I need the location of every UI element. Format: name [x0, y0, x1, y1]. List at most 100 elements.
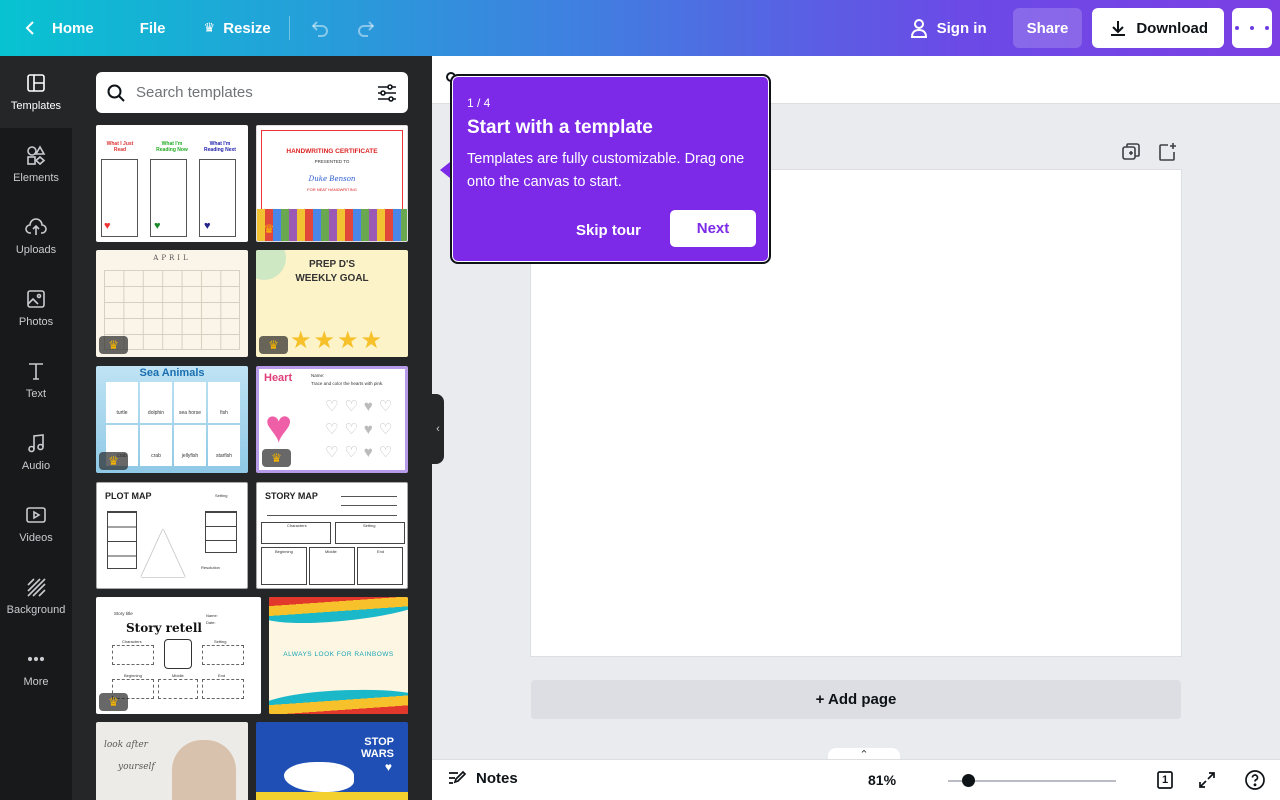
home-label: Home: [52, 19, 94, 37]
add-page-button[interactable]: + Add page: [531, 680, 1181, 719]
notes-button[interactable]: Notes: [446, 768, 518, 788]
skip-tour-button[interactable]: Skip tour: [562, 212, 655, 249]
retell-box: [202, 679, 244, 699]
download-label: Download: [1136, 19, 1208, 37]
pages-count-button[interactable]: 1: [1154, 769, 1176, 791]
certificate-for: FOR NEAT HANDWRITING: [307, 187, 357, 192]
rail-item-elements[interactable]: Elements: [0, 128, 72, 200]
filter-icon[interactable]: [376, 82, 398, 104]
text-icon: [29, 363, 43, 380]
search-box: [96, 72, 408, 113]
rail-item-uploads[interactable]: Uploads: [0, 200, 72, 272]
rainbow-stripe: [269, 684, 408, 714]
retell-box: [112, 645, 154, 665]
help-icon: [1245, 770, 1265, 790]
templates-icon: [27, 74, 45, 92]
premium-crown-icon: ♛: [259, 336, 288, 354]
more-options-button[interactable]: [1232, 8, 1272, 48]
template-reading-log[interactable]: What I Just Read What I'm Reading Now Wh…: [96, 125, 248, 242]
undo-button[interactable]: [296, 8, 344, 48]
heart-icon: ♥: [154, 220, 161, 232]
duplicate-icon: [1122, 143, 1140, 160]
rail-item-audio[interactable]: Audio: [0, 416, 72, 488]
add-page-label: + Add page: [815, 691, 897, 708]
rail-item-photos[interactable]: Photos: [0, 272, 72, 344]
resize-label: Resize: [223, 19, 271, 37]
pencils-illustration: [257, 209, 407, 241]
template-sea-animals[interactable]: Sea Animals turtle dolphin sea horse fis…: [96, 366, 248, 473]
rail-item-templates[interactable]: Templates: [0, 56, 72, 128]
heart-instruction: Trace and color the hearts with pink.: [311, 381, 384, 386]
template-april-calendar[interactable]: APRIL ♛: [96, 250, 248, 357]
video-icon: [26, 507, 46, 523]
sea-card: dolphin: [140, 382, 172, 423]
plot-title: PLOT MAP: [105, 491, 152, 501]
zoom-slider[interactable]: [948, 774, 1116, 787]
woman-photo: [172, 740, 236, 800]
fullscreen-button[interactable]: [1196, 769, 1218, 791]
retell-characters: Characters: [122, 639, 142, 644]
more-dots-icon: [27, 656, 45, 662]
collapse-panel-button[interactable]: ‹: [432, 394, 444, 464]
story-map-line: [267, 515, 397, 516]
story-map-line: [341, 496, 397, 497]
expand-icon: [1199, 772, 1215, 788]
weekly-subtitle: WEEKLY GOAL: [295, 273, 369, 284]
rainbow-text: ALWAYS LOOK FOR RAINBOWS: [283, 651, 394, 658]
template-handwriting-certificate[interactable]: HANDWRITING CERTIFICATE PRESENTED TO Duk…: [256, 125, 408, 242]
zoom-slider-handle[interactable]: [962, 774, 976, 787]
share-button[interactable]: Share: [1012, 8, 1083, 48]
dot: [1265, 26, 1269, 30]
rail-item-more[interactable]: More: [0, 632, 72, 704]
retell-box: [158, 679, 198, 699]
template-story-map[interactable]: STORY MAP Characters Setting Beginning M…: [256, 482, 408, 589]
template-stop-wars[interactable]: STOP WARS ♥: [256, 722, 408, 800]
template-plot-map[interactable]: PLOT MAP Setting Resolution: [96, 482, 248, 589]
resize-button[interactable]: ♛ Resize: [192, 8, 283, 48]
sea-card: turtle: [106, 382, 138, 423]
dove-illustration: [284, 762, 354, 792]
template-always-look-for-rainbows[interactable]: ALWAYS LOOK FOR RAINBOWS: [269, 597, 408, 714]
photo-icon: [27, 290, 45, 308]
template-story-retell[interactable]: Story title Name: Date: Story retell Cha…: [96, 597, 261, 714]
rail-item-background[interactable]: Background: [0, 560, 72, 632]
file-menu-button[interactable]: File: [128, 8, 178, 48]
rail-label: Background: [6, 604, 66, 616]
download-button[interactable]: Download: [1092, 8, 1224, 48]
home-button[interactable]: Home: [10, 8, 106, 48]
book-illustration: [164, 639, 192, 669]
tour-step-counter: 1 / 4: [467, 96, 491, 110]
add-page-icon-button[interactable]: [1156, 141, 1178, 163]
duplicate-page-button[interactable]: [1120, 141, 1142, 163]
story-map-end: End: [377, 549, 385, 554]
story-map-title: STORY MAP: [265, 491, 318, 501]
rail-label: Templates: [10, 100, 62, 112]
sign-in-button[interactable]: Sign in: [897, 8, 999, 48]
sea-card: crab: [140, 425, 172, 466]
reading-col-label: What I Just Read: [106, 141, 134, 153]
rail-item-videos[interactable]: Videos: [0, 488, 72, 560]
bottom-bar: Notes 81% 1: [432, 759, 1280, 800]
user-icon: [910, 19, 927, 38]
tour-title: Start with a template: [467, 117, 653, 138]
next-button[interactable]: Next: [670, 210, 756, 247]
search-input[interactable]: [136, 84, 376, 101]
sea-title: Sea Animals: [139, 367, 205, 379]
help-button[interactable]: [1244, 769, 1266, 791]
templates-panel: What I Just Read What I'm Reading Now Wh…: [72, 56, 432, 800]
sea-card: starfish: [208, 425, 240, 466]
look-after-line2: yourself: [118, 762, 155, 772]
template-look-after-yourself[interactable]: look after yourself: [96, 722, 248, 800]
sign-in-label: Sign in: [936, 19, 987, 37]
template-heart-tracing[interactable]: Heart Name: Trace and color the hearts w…: [256, 366, 408, 473]
certificate-border: [261, 130, 403, 211]
heart-character: ♥: [265, 400, 293, 452]
rail-item-text[interactable]: Text: [0, 344, 72, 416]
template-weekly-goal[interactable]: PREP D'S WEEKLY GOAL ★★★★ ♛: [256, 250, 408, 357]
rail-label: Videos: [19, 532, 53, 544]
undo-icon: [311, 21, 328, 37]
rail-label: More: [23, 676, 49, 688]
zoom-percentage[interactable]: 81%: [868, 772, 896, 788]
share-label: Share: [1026, 19, 1069, 37]
redo-button[interactable]: [344, 8, 388, 48]
